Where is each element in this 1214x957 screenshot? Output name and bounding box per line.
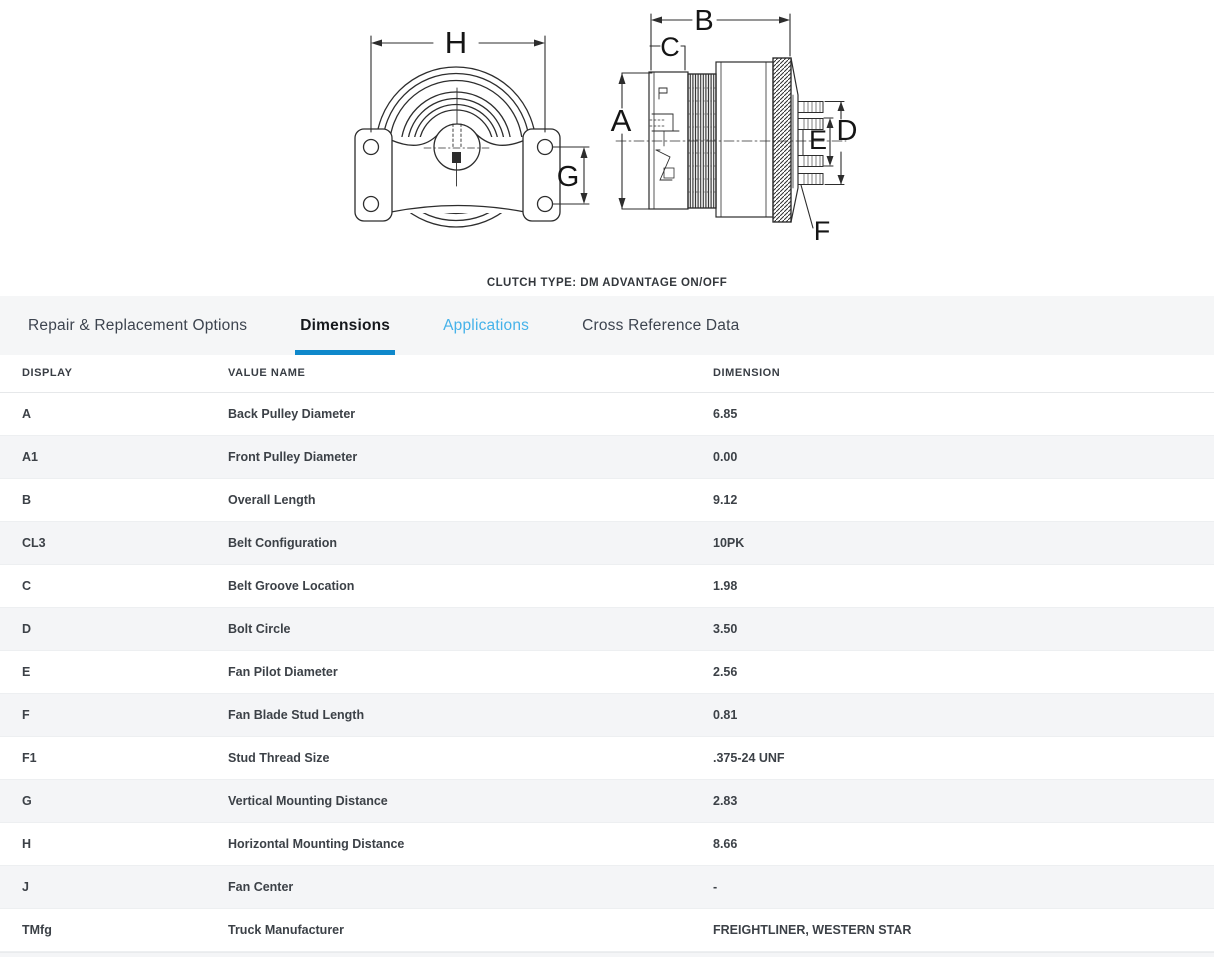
dim-label-a: A — [611, 103, 632, 138]
product-drawing-area: H G — [0, 0, 1214, 296]
cell-dimension: 0.00 — [713, 435, 1214, 478]
table-row: C Belt Groove Location 1.98 — [0, 564, 1214, 607]
cell-dimension: 8.66 — [713, 822, 1214, 865]
cell-display: G — [0, 779, 228, 822]
table-row: F Fan Blade Stud Length 0.81 — [0, 693, 1214, 736]
tab-repair-replacement-options[interactable]: Repair & Replacement Options — [28, 296, 247, 355]
cell-display: F — [0, 693, 228, 736]
cell-display: F1 — [0, 736, 228, 779]
dim-label-e: E — [809, 125, 827, 155]
tab-cross-reference-data[interactable]: Cross Reference Data — [582, 296, 739, 355]
cell-value-name: Front Pulley Diameter — [228, 435, 713, 478]
cell-dimension: 3.50 — [713, 607, 1214, 650]
cell-dimension: FREIGHTLINER, WESTERN STAR — [713, 908, 1214, 951]
cell-display: C — [0, 564, 228, 607]
cell-value-name: Fan Pilot Diameter — [228, 650, 713, 693]
cell-dimension: 9.12 — [713, 478, 1214, 521]
tab-bar: Repair & Replacement Options Dimensions … — [0, 296, 1214, 355]
partial-next-row — [0, 952, 1214, 957]
table-row: G Vertical Mounting Distance 2.83 — [0, 779, 1214, 822]
cell-dimension: 10PK — [713, 521, 1214, 564]
cell-display: B — [0, 478, 228, 521]
cell-value-name: Vertical Mounting Distance — [228, 779, 713, 822]
side-view-drawing — [616, 14, 846, 228]
cell-value-name: Truck Manufacturer — [228, 908, 713, 951]
tab-applications[interactable]: Applications — [443, 296, 529, 355]
cell-value-name: Overall Length — [228, 478, 713, 521]
cell-value-name: Horizontal Mounting Distance — [228, 822, 713, 865]
dimensions-table: DISPLAY VALUE NAME DIMENSION A Back Pull… — [0, 355, 1214, 952]
dim-label-b: B — [694, 5, 713, 37]
cell-display: A1 — [0, 435, 228, 478]
cell-display: D — [0, 607, 228, 650]
table-row: H Horizontal Mounting Distance 8.66 — [0, 822, 1214, 865]
cell-value-name: Belt Groove Location — [228, 564, 713, 607]
column-header-display: DISPLAY — [0, 355, 228, 392]
dim-label-h: H — [445, 25, 467, 60]
dim-label-g: G — [557, 161, 580, 193]
cell-value-name: Stud Thread Size — [228, 736, 713, 779]
cell-display: A — [0, 392, 228, 435]
cell-display: TMfg — [0, 908, 228, 951]
table-row: CL3 Belt Configuration 10PK — [0, 521, 1214, 564]
cell-display: E — [0, 650, 228, 693]
cell-value-name: Fan Blade Stud Length — [228, 693, 713, 736]
cell-dimension: 0.81 — [713, 693, 1214, 736]
cell-display: H — [0, 822, 228, 865]
dim-label-d: D — [837, 115, 858, 147]
table-header-row: DISPLAY VALUE NAME DIMENSION — [0, 355, 1214, 392]
clutch-technical-drawing: H G — [0, 0, 1214, 262]
table-row: A1 Front Pulley Diameter 0.00 — [0, 435, 1214, 478]
cell-dimension: 2.56 — [713, 650, 1214, 693]
table-row: E Fan Pilot Diameter 2.56 — [0, 650, 1214, 693]
dim-label-f: F — [814, 216, 831, 246]
cell-dimension: 6.85 — [713, 392, 1214, 435]
cell-value-name: Belt Configuration — [228, 521, 713, 564]
dimensions-table-body: A Back Pulley Diameter 6.85 A1 Front Pul… — [0, 392, 1214, 951]
cell-dimension: - — [713, 865, 1214, 908]
table-row: F1 Stud Thread Size .375-24 UNF — [0, 736, 1214, 779]
table-row: J Fan Center - — [0, 865, 1214, 908]
cell-value-name: Bolt Circle — [228, 607, 713, 650]
cell-value-name: Fan Center — [228, 865, 713, 908]
cell-display: J — [0, 865, 228, 908]
column-header-value-name: VALUE NAME — [228, 355, 713, 392]
table-row: A Back Pulley Diameter 6.85 — [0, 392, 1214, 435]
cell-value-name: Back Pulley Diameter — [228, 392, 713, 435]
table-row: D Bolt Circle 3.50 — [0, 607, 1214, 650]
clutch-type-caption: CLUTCH TYPE: DM ADVANTAGE ON/OFF — [0, 277, 1214, 289]
cell-dimension: .375-24 UNF — [713, 736, 1214, 779]
column-header-dimension: DIMENSION — [713, 355, 1214, 392]
cell-display: CL3 — [0, 521, 228, 564]
dim-label-c: C — [660, 32, 680, 62]
table-row: TMfg Truck Manufacturer FREIGHTLINER, WE… — [0, 908, 1214, 951]
table-row: B Overall Length 9.12 — [0, 478, 1214, 521]
cell-dimension: 2.83 — [713, 779, 1214, 822]
front-view-drawing — [355, 36, 589, 227]
tab-dimensions[interactable]: Dimensions — [300, 296, 390, 355]
cell-dimension: 1.98 — [713, 564, 1214, 607]
